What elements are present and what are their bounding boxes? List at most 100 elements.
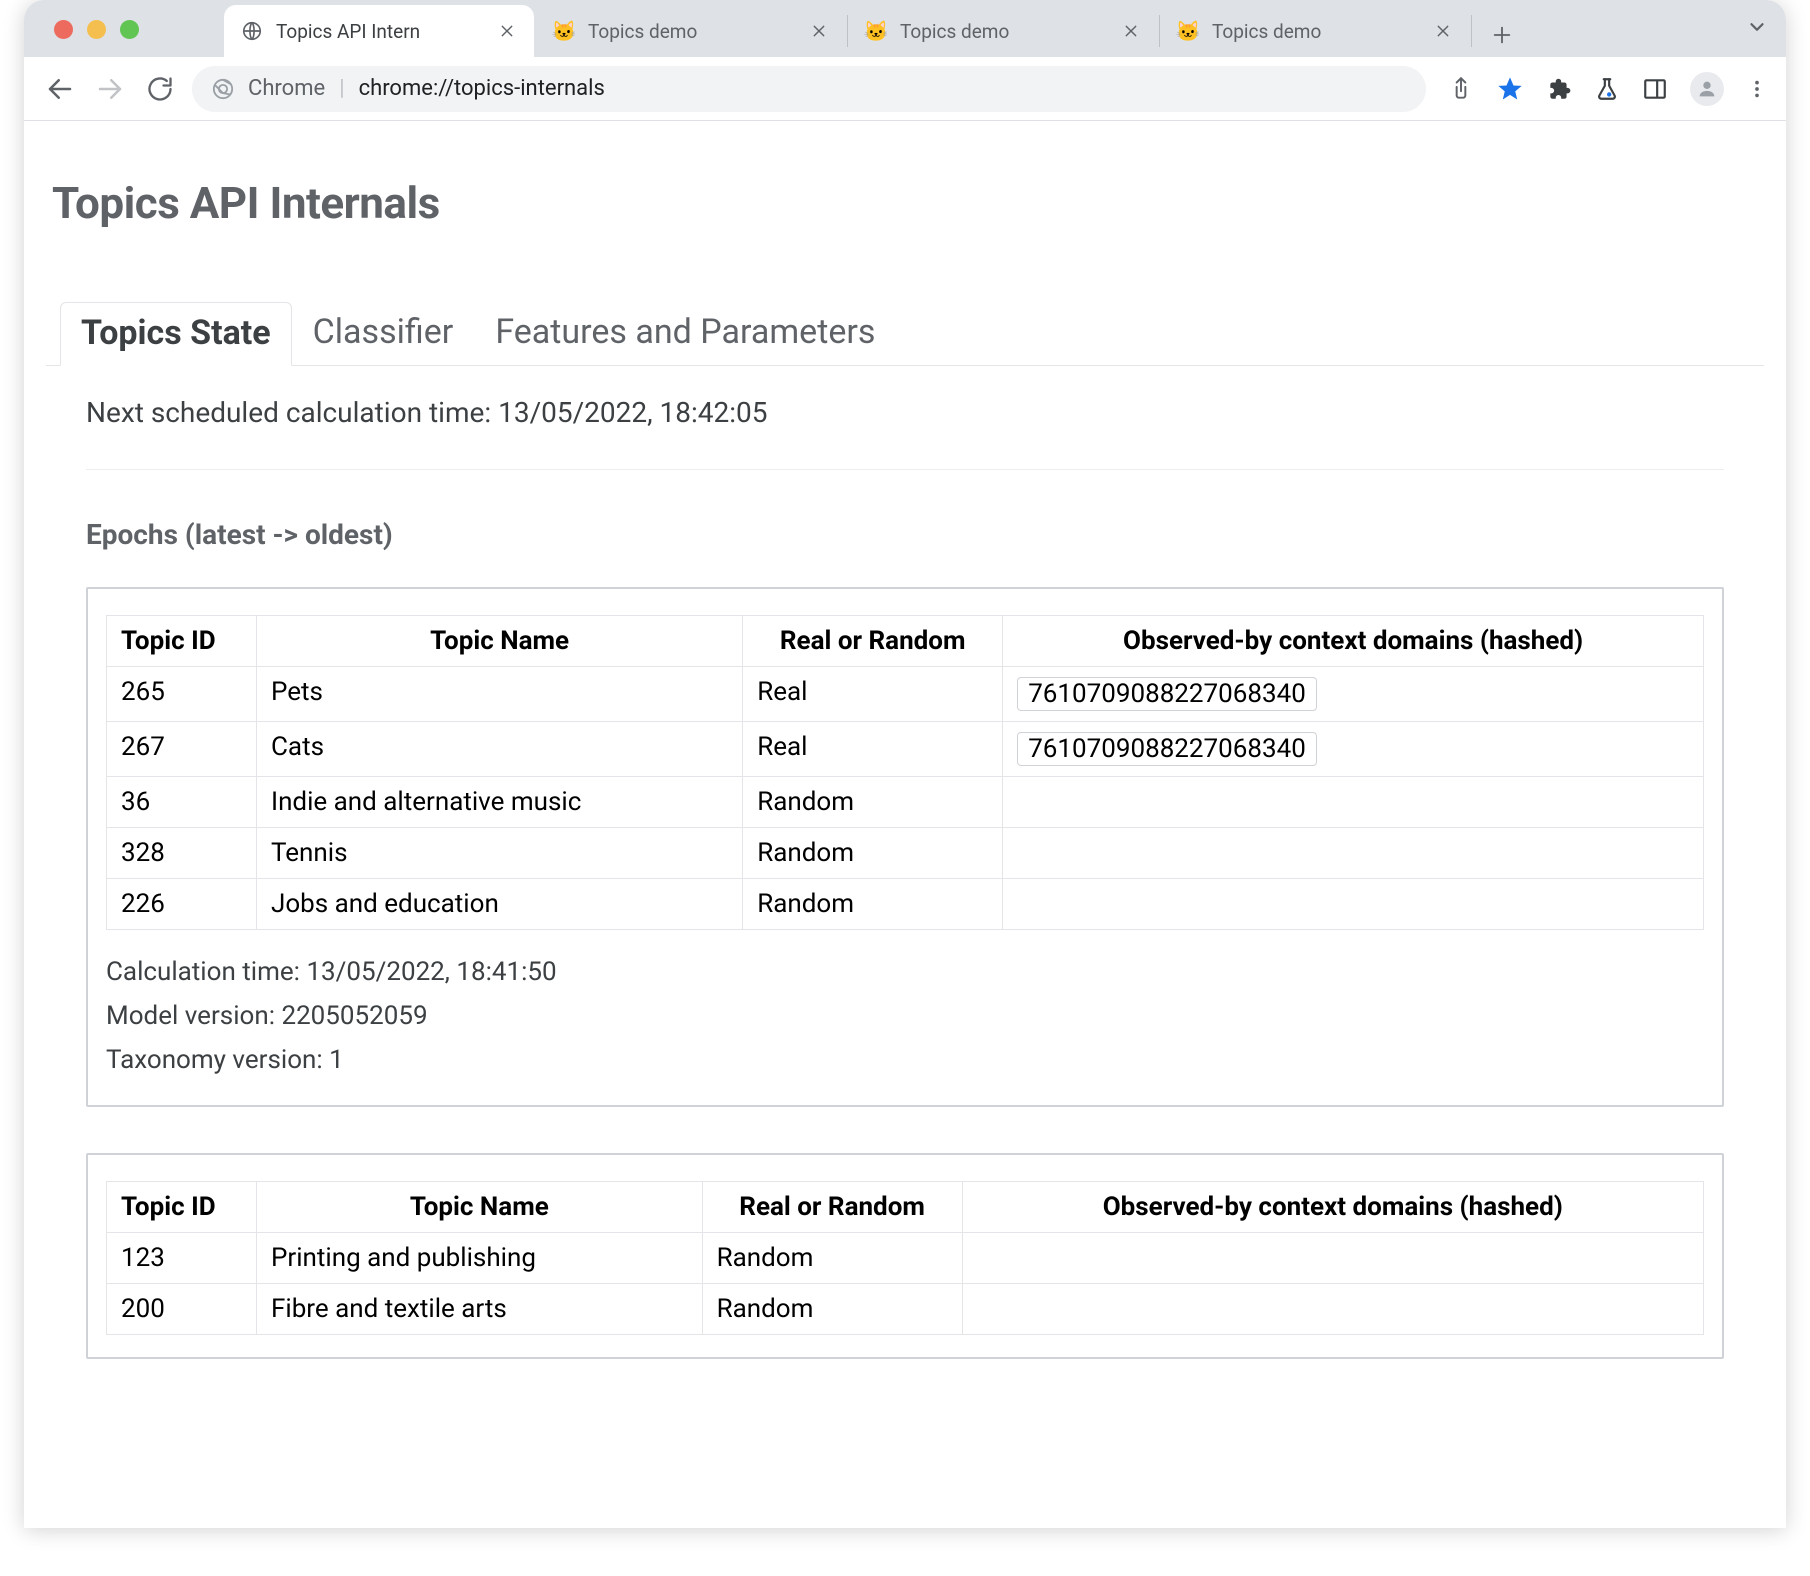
kebab-menu-icon[interactable] (1746, 78, 1768, 100)
browser-tabs: Topics API Intern 🐱 Topics demo 🐱 Topics dem… (224, 0, 1524, 57)
traffic-lights (54, 20, 139, 39)
hash-chip: 7610709088227068340 (1017, 732, 1317, 766)
table-header: Topic ID (107, 616, 257, 667)
next-calc-value: 13/05/2022, 18:42:05 (498, 396, 767, 429)
cell-hash (1003, 828, 1704, 879)
tax-value: 1 (329, 1045, 344, 1075)
tab-dropdown-button[interactable] (1746, 16, 1768, 38)
cell-real-random: Random (702, 1283, 962, 1334)
cell-name: Cats (257, 722, 743, 777)
cell-hash (1003, 777, 1704, 828)
content-tab[interactable]: Topics State (60, 302, 292, 366)
cell-name: Printing and publishing (257, 1232, 703, 1283)
address-separator: | (339, 76, 344, 101)
table-header: Topic ID (107, 1181, 257, 1232)
model-label: Model version: (106, 1001, 275, 1031)
extensions-icon[interactable] (1546, 76, 1572, 102)
table-header: Real or Random (743, 616, 1003, 667)
browser-tab[interactable]: Topics API Intern (224, 5, 534, 57)
page-content: Topics API Internals Topics StateClassif… (24, 121, 1786, 1528)
window-close-button[interactable] (54, 20, 73, 39)
content-tab[interactable]: Classifier (292, 301, 475, 365)
window-minimize-button[interactable] (87, 20, 106, 39)
toolbar-icons (1448, 72, 1768, 106)
cell-id: 328 (107, 828, 257, 879)
window-titlebar: Topics API Intern 🐱 Topics demo 🐱 Topics dem… (24, 0, 1786, 57)
forward-button[interactable] (92, 71, 128, 107)
browser-tab[interactable]: 🐱 Topics demo (1160, 5, 1470, 57)
table-header: Observed-by context domains (hashed) (962, 1181, 1703, 1232)
epoch-table: Topic IDTopic NameReal or RandomObserved… (106, 615, 1704, 930)
table-row: 226Jobs and educationRandom (107, 879, 1704, 930)
cell-id: 200 (107, 1283, 257, 1334)
tax-label: Taxonomy version: (106, 1045, 323, 1075)
cell-real-random: Random (702, 1232, 962, 1283)
globe-icon (240, 19, 264, 43)
browser-tab[interactable]: 🐱 Topics demo (536, 5, 846, 57)
cell-id: 36 (107, 777, 257, 828)
table-row: 36Indie and alternative musicRandom (107, 777, 1704, 828)
labs-icon[interactable] (1594, 76, 1620, 102)
cat-icon: 🐱 (1176, 19, 1200, 43)
browser-tab-title: Topics demo (900, 20, 1106, 43)
window-zoom-button[interactable] (120, 20, 139, 39)
cell-hash: 7610709088227068340 (1003, 722, 1704, 777)
profile-avatar[interactable] (1690, 72, 1724, 106)
cell-id: 267 (107, 722, 257, 777)
bookmark-icon[interactable] (1496, 75, 1524, 103)
browser-tab-title: Topics demo (1212, 20, 1418, 43)
calc-value: 13/05/2022, 18:41:50 (306, 957, 556, 987)
tab-close-button[interactable] (806, 18, 832, 44)
share-icon[interactable] (1448, 76, 1474, 102)
cell-hash (962, 1232, 1703, 1283)
tab-close-button[interactable] (1430, 18, 1456, 44)
address-url: chrome://topics-internals (359, 76, 605, 101)
tab-close-button[interactable] (1118, 18, 1144, 44)
page-title: Topics API Internals (52, 177, 1764, 229)
content-tab[interactable]: Features and Parameters (474, 301, 896, 365)
cell-hash (1003, 879, 1704, 930)
epoch-table: Topic IDTopic NameReal or RandomObserved… (106, 1181, 1704, 1335)
browser-tab-title: Topics API Intern (276, 20, 482, 43)
cell-name: Tennis (257, 828, 743, 879)
sidepanel-icon[interactable] (1642, 76, 1668, 102)
cell-real-random: Random (743, 777, 1003, 828)
cell-name: Pets (257, 667, 743, 722)
table-header: Observed-by context domains (hashed) (1003, 616, 1704, 667)
hash-chip: 7610709088227068340 (1017, 677, 1317, 711)
address-prefix: Chrome (248, 76, 325, 101)
epoch-box: Topic IDTopic NameReal or RandomObserved… (86, 1153, 1724, 1359)
cell-name: Jobs and education (257, 879, 743, 930)
reload-button[interactable] (142, 71, 178, 107)
cat-icon: 🐱 (552, 19, 576, 43)
back-button[interactable] (42, 71, 78, 107)
table-row: 267CatsReal 7610709088227068340 (107, 722, 1704, 777)
address-bar[interactable]: Chrome | chrome://topics-internals (192, 66, 1426, 112)
tab-close-button[interactable] (494, 18, 520, 44)
cell-name: Fibre and textile arts (257, 1283, 703, 1334)
cell-real-random: Random (743, 828, 1003, 879)
table-row: 265PetsReal7610709088227068340 (107, 667, 1704, 722)
browser-tab[interactable]: 🐱 Topics demo (848, 5, 1158, 57)
table-row: 123Printing and publishingRandom (107, 1232, 1704, 1283)
cell-hash: 7610709088227068340 (1003, 667, 1704, 722)
cell-real-random: Real (743, 722, 1003, 777)
cell-name: Indie and alternative music (257, 777, 743, 828)
browser-tab-title: Topics demo (588, 20, 794, 43)
chrome-icon (212, 78, 234, 100)
content-tabs: Topics StateClassifierFeatures and Param… (46, 301, 1764, 366)
cell-real-random: Random (743, 879, 1003, 930)
next-calc-label: Next scheduled calculation time: (86, 396, 491, 429)
model-value: 2205052059 (281, 1001, 427, 1031)
cell-real-random: Real (743, 667, 1003, 722)
cell-id: 123 (107, 1232, 257, 1283)
table-header: Real or Random (702, 1181, 962, 1232)
cat-icon: 🐱 (864, 19, 888, 43)
cell-id: 226 (107, 879, 257, 930)
new-tab-button[interactable] (1480, 13, 1524, 57)
table-header: Topic Name (257, 616, 743, 667)
divider (86, 469, 1724, 470)
table-row: 328TennisRandom (107, 828, 1704, 879)
epochs-heading: Epochs (latest -> oldest) (86, 518, 1724, 551)
calc-label: Calculation time: (106, 957, 300, 987)
